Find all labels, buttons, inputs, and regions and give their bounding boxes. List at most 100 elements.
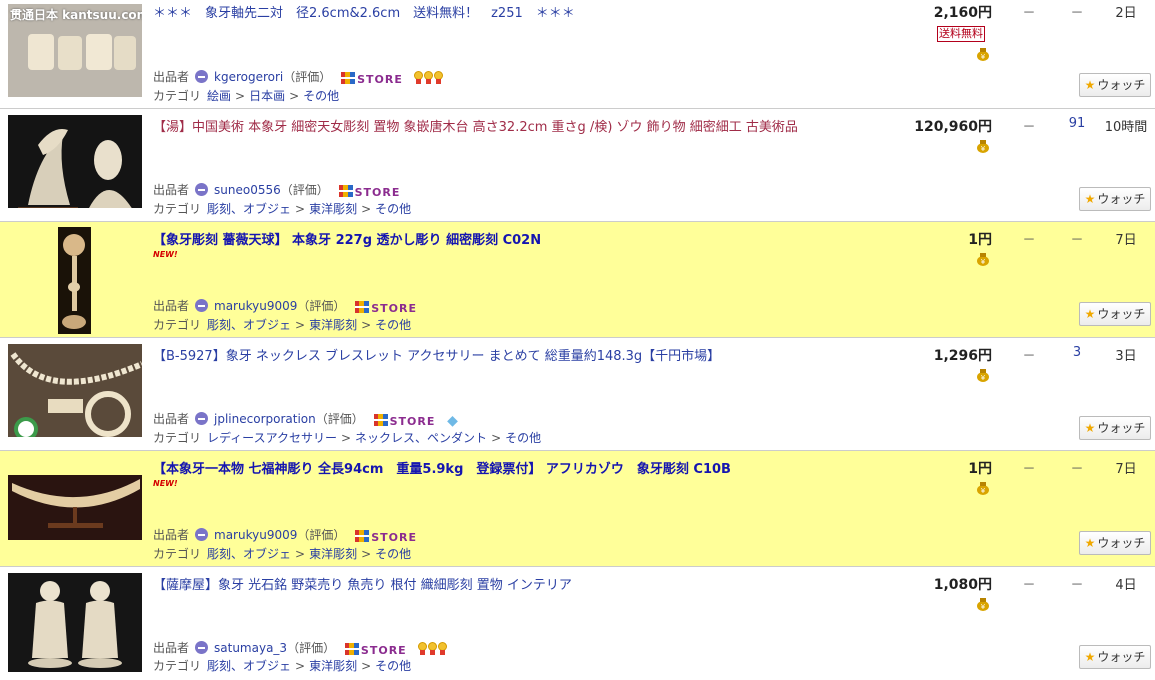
seller-info: 出品者 marukyu9009（評価） STORE (153, 297, 417, 315)
category-link[interactable]: 彫刻、オブジェ (207, 547, 291, 561)
watch-button[interactable]: ★ ウォッチ (1079, 645, 1151, 669)
watcher-count[interactable]: 3 (1060, 345, 1094, 360)
watcher-count: － (1070, 233, 1084, 248)
medal-icon (437, 642, 447, 655)
seller-name-link[interactable]: satumaya_3 (214, 641, 287, 655)
category-link[interactable]: ネックレス、ペンダント (355, 431, 487, 445)
necklace-bracelet-image (8, 344, 142, 437)
listing-row-featured: 【本象牙一本物 七福神彫り 全長94cm 重量5.9kg 登録票付】 アフリカゾ… (0, 451, 1155, 567)
watermark: 贯通日本 kantsuu.com (10, 8, 142, 22)
bid-count: － (1022, 578, 1036, 593)
rating-link[interactable]: （評価） (281, 183, 329, 197)
category-link[interactable]: 絵画 (207, 89, 231, 103)
store-badge: STORE (341, 72, 403, 86)
seller-name-link[interactable]: marukyu9009 (214, 528, 297, 542)
item-thumbnail[interactable] (58, 227, 91, 334)
rating-link[interactable]: （評価） (287, 641, 335, 655)
store-badge: STORE (338, 185, 401, 199)
category-link[interactable]: その他 (375, 547, 411, 561)
category-link[interactable]: 東洋彫刻 (309, 659, 357, 673)
item-thumbnail[interactable] (8, 344, 142, 437)
seller-name-link[interactable]: jplinecorporation (214, 412, 316, 426)
store-icon (373, 414, 388, 426)
user-icon (195, 299, 209, 312)
category-label: カテゴリ (153, 89, 202, 103)
category-link[interactable]: 東洋彫刻 (309, 547, 357, 561)
seller-label: 出品者 (153, 641, 190, 655)
category-link[interactable]: その他 (375, 318, 411, 332)
watch-button[interactable]: ★ ウォッチ (1079, 187, 1151, 211)
time-remaining: 7日 (1115, 462, 1137, 477)
rating-link[interactable]: （評価） (297, 528, 345, 542)
watch-button[interactable]: ★ ウォッチ (1079, 302, 1151, 326)
category-label: カテゴリ (153, 318, 202, 332)
category-link[interactable]: 彫刻、オブジェ (207, 659, 291, 673)
category-link[interactable]: レディースアクセサリー (207, 431, 337, 445)
seller-name-link[interactable]: marukyu9009 (214, 299, 297, 313)
item-thumbnail[interactable]: 贯通日本 kantsuu.com (8, 4, 142, 97)
item-thumbnail[interactable] (8, 475, 142, 540)
watch-button[interactable]: ★ ウォッチ (1079, 531, 1151, 555)
item-title-link[interactable]: ＊＊＊ 象牙軸先二対 径2.6cm&2.6cm 送料無料！ z251 ＊＊＊ (153, 2, 893, 21)
category-path: カテゴリ 彫刻、オブジェ > 東洋彫刻 > その他 (153, 202, 412, 216)
watch-button[interactable]: ★ ウォッチ (1079, 416, 1151, 440)
listing-row: 贯通日本 kantsuu.com ＊＊＊ 象牙軸先二対 径2.6cm&2.6cm… (0, 0, 1155, 109)
money-bag-icon: ¥ (977, 482, 989, 495)
category-link[interactable]: 日本画 (249, 89, 285, 103)
category-link[interactable]: その他 (375, 202, 411, 216)
seller-name-link[interactable]: suneo0556 (214, 183, 281, 197)
category-link[interactable]: 東洋彫刻 (309, 318, 357, 332)
item-price: 2,160円 (933, 5, 992, 21)
star-icon: ★ (1084, 650, 1096, 664)
time-remaining: 10時間 (1104, 120, 1148, 135)
category-link[interactable]: その他 (303, 89, 339, 103)
svg-text:¥: ¥ (981, 53, 986, 61)
seller-name-link[interactable]: kgerogerori (214, 70, 283, 84)
diamond-icon: ◆ (447, 413, 458, 429)
category-path: カテゴリ 絵画 > 日本画 > その他 (153, 89, 340, 103)
bid-count: － (1022, 462, 1036, 477)
item-title-link[interactable]: 【薩摩屋】象牙 光石銘 野菜売り 魚売り 根付 織細彫刻 置物 インテリア (153, 574, 893, 593)
item-title-link[interactable]: 【本象牙一本物 七福神彫り 全長94cm 重量5.9kg 登録票付】 アフリカゾ… (153, 458, 893, 477)
watch-button[interactable]: ★ ウォッチ (1079, 73, 1151, 97)
medal-icon (423, 71, 433, 84)
svg-text:¥: ¥ (981, 145, 986, 153)
item-title-link[interactable]: 【B-5927】象牙 ネックレス ブレスレット アクセサリー まとめて 総重量約… (153, 345, 893, 364)
store-icon (355, 530, 370, 542)
listing-row-featured: 【象牙彫刻 薔薇天球】 本象牙 227g 透かし彫り 細密彫刻 C02N NEW… (0, 222, 1155, 338)
item-thumbnail[interactable] (8, 573, 142, 672)
new-badge: NEW! (153, 479, 178, 488)
seller-info: 出品者 kgerogerori（評価） STORE (153, 68, 443, 86)
money-bag-icon: ¥ (977, 48, 989, 61)
star-icon: ★ (1084, 307, 1096, 321)
item-title-link[interactable]: 【湯】中国美術 本象牙 細密天女彫刻 置物 象嵌唐木台 高さ32.2cm 重さg… (153, 116, 893, 135)
star-icon: ★ (1084, 78, 1096, 92)
svg-text:¥: ¥ (981, 603, 986, 611)
medal-icon (427, 642, 437, 655)
category-link[interactable]: その他 (375, 659, 411, 673)
tennyo-carving-image (8, 115, 142, 208)
rating-medals (413, 70, 443, 84)
category-label: カテゴリ (153, 202, 202, 216)
free-shipping-badge: 送料無料 (937, 26, 985, 42)
rating-medals (417, 641, 447, 655)
category-link[interactable]: 東洋彫刻 (309, 202, 357, 216)
rating-link[interactable]: （評価） (283, 70, 331, 84)
watcher-count[interactable]: 91 (1060, 116, 1094, 131)
category-link[interactable]: 彫刻、オブジェ (207, 202, 291, 216)
rating-link[interactable]: （評価） (297, 299, 345, 313)
store-icon (355, 301, 370, 313)
category-link[interactable]: その他 (505, 431, 541, 445)
rating-link[interactable]: （評価） (316, 412, 364, 426)
item-price: 1円 (968, 461, 992, 477)
seller-info: 出品者 marukyu9009（評価） STORE (153, 526, 417, 544)
category-link[interactable]: 彫刻、オブジェ (207, 318, 291, 332)
bid-count: － (1022, 349, 1036, 364)
user-icon (195, 70, 209, 83)
star-icon: ★ (1084, 421, 1096, 435)
item-title-link[interactable]: 【象牙彫刻 薔薇天球】 本象牙 227g 透かし彫り 細密彫刻 C02N (153, 229, 893, 248)
watcher-count: － (1070, 578, 1084, 593)
money-bag-icon: ¥ (977, 369, 989, 382)
item-thumbnail[interactable] (8, 115, 142, 208)
new-badge: NEW! (153, 250, 178, 259)
